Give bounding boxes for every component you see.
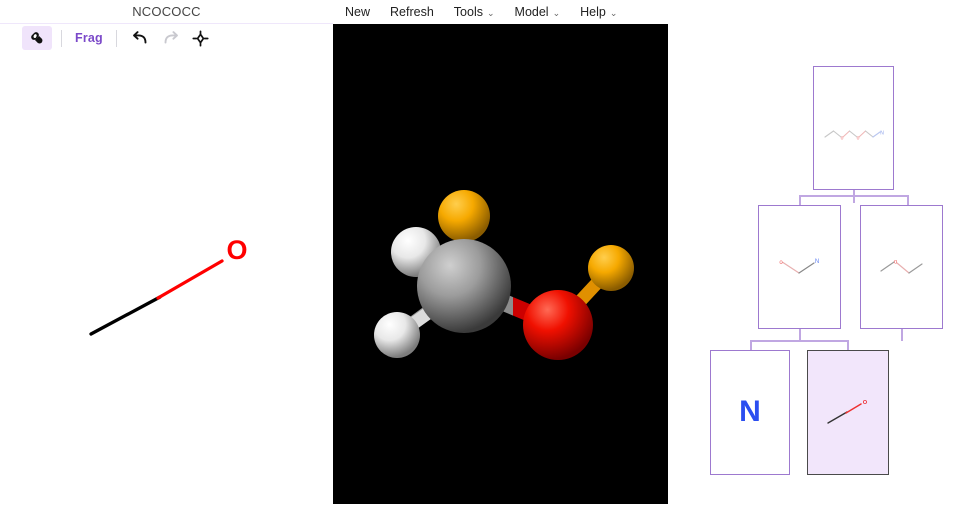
chevron-down-icon: ⌄: [609, 7, 618, 18]
tree-node-child-right-structure: o: [880, 260, 923, 274]
bond-segment-carbon: [89, 295, 162, 336]
atom-sphere-carbon[interactable]: [417, 239, 511, 333]
tree-node-leaf-co-structure: o: [827, 397, 867, 424]
menu-item-help-label: Help: [580, 5, 606, 19]
redo-icon: [164, 30, 179, 43]
page-title: NCOCOCC: [132, 4, 201, 19]
frag-tool-button[interactable]: Frag: [71, 26, 107, 50]
center-view-button[interactable]: [186, 26, 216, 50]
menu-item-new[interactable]: New: [345, 5, 370, 19]
svg-text:N: N: [815, 259, 819, 265]
atom-sphere-oxygen[interactable]: [523, 290, 593, 360]
molecule-sketch-canvas[interactable]: O: [0, 52, 333, 504]
atom-sphere-x2[interactable]: [588, 245, 634, 291]
tree-node-leaf-nitrogen[interactable]: N: [710, 350, 790, 475]
tree-node-child-right[interactable]: o: [860, 205, 943, 329]
chevron-down-icon: ⌄: [486, 7, 495, 18]
viewer-3d-svg: [374, 190, 634, 360]
redo-button[interactable]: [156, 26, 186, 50]
bond-segment-oxygen: [156, 259, 224, 300]
tree-node-leaf-co-selected[interactable]: o: [807, 350, 889, 475]
menu-item-refresh[interactable]: Refresh: [390, 5, 434, 19]
atom-sphere-hydrogen-2[interactable]: [374, 312, 420, 358]
menu-item-refresh-label: Refresh: [390, 5, 434, 19]
svg-text:N: N: [880, 131, 884, 137]
molecule-3d-viewer[interactable]: [333, 24, 668, 504]
toolbar-divider-1: [61, 29, 62, 47]
pencil-tool-button[interactable]: [22, 26, 52, 50]
sketcher-toolbar: Frag: [0, 24, 333, 52]
svg-text:o: o: [857, 136, 860, 142]
fragment-tree-panel[interactable]: o o N o N o N o: [668, 24, 977, 504]
atom-label-oxygen[interactable]: O: [226, 235, 247, 265]
app-titlebar: NCOCOCC: [0, 0, 333, 23]
sketch-svg: O: [89, 235, 248, 336]
menu-item-new-label: New: [345, 5, 371, 19]
menu-item-model-label: Model: [514, 5, 549, 19]
menu-item-model[interactable]: Model ⌄: [515, 5, 561, 19]
svg-text:o: o: [841, 136, 844, 142]
atom-sphere-x1[interactable]: [438, 190, 490, 242]
target-icon: [192, 29, 209, 47]
menu-item-tools[interactable]: Tools ⌄: [454, 5, 495, 19]
tree-node-leaf-nitrogen-label: N: [739, 395, 761, 428]
tree-node-child-left-structure: o N: [779, 259, 819, 274]
pencil-icon: [30, 31, 42, 43]
menubar: New Refresh Tools ⌄ Model ⌄ Help ⌄: [333, 0, 977, 24]
undo-button[interactable]: [126, 26, 156, 50]
undo-icon: [133, 30, 147, 43]
frag-tool-label: Frag: [75, 31, 103, 45]
tree-node-root[interactable]: o o N: [813, 66, 894, 190]
tree-link-childright-stem: [901, 329, 903, 341]
menu-item-tools-label: Tools: [453, 5, 483, 19]
toolbar-divider-2: [115, 29, 117, 47]
tree-node-child-left[interactable]: o N: [758, 205, 841, 329]
tree-link-level3-bus: [750, 340, 849, 342]
chevron-down-icon: ⌄: [552, 7, 561, 18]
menu-item-help[interactable]: Help ⌄: [580, 5, 617, 19]
svg-text:o: o: [863, 397, 867, 406]
tree-link-level2-bus: [799, 195, 909, 197]
tree-node-root-structure: o o N: [824, 130, 884, 142]
